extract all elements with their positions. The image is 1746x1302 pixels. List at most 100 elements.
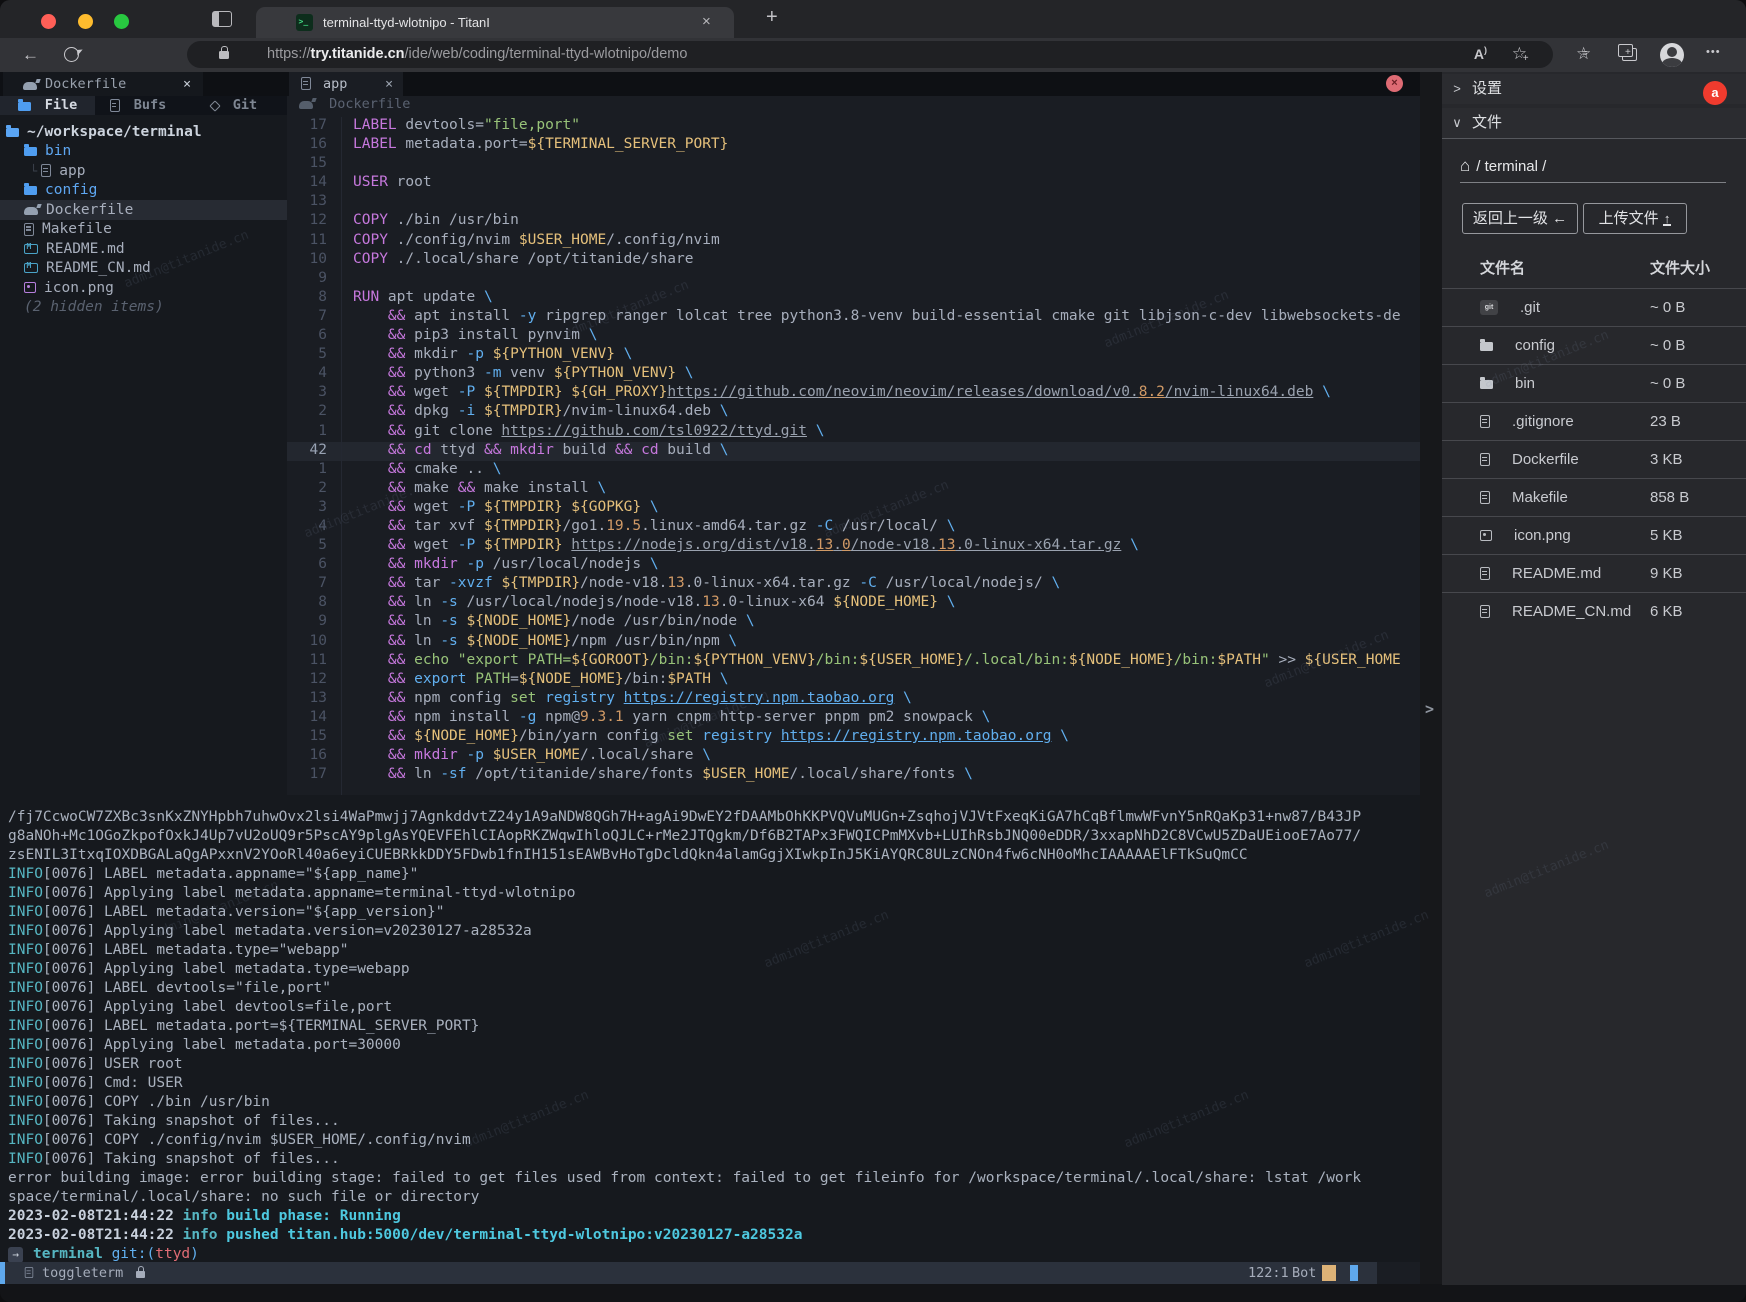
git-branch-icon (209, 100, 220, 111)
code-line[interactable]: 13 && npm config set registry https://re… (287, 690, 1420, 709)
back-button[interactable]: ← (22, 45, 39, 65)
files-section-header[interactable]: ∨文件 (1442, 108, 1746, 138)
file-row--gitignore[interactable]: .gitignore23 B (1442, 402, 1746, 440)
code-line[interactable]: 9 (287, 270, 1420, 289)
whale-icon (24, 207, 38, 215)
editor-tab-app[interactable]: app × (289, 72, 403, 96)
code-line[interactable]: 2 && dpkg -i ${TMPDIR}/nvim-linux64.deb … (287, 403, 1420, 422)
back-to-parent-button[interactable]: 返回上一级 ← (1462, 203, 1578, 234)
file-row-icon-png[interactable]: icon.png5 KB (1442, 516, 1746, 554)
code-line[interactable]: 5 && wget -P ${TMPDIR} https://nodejs.or… (287, 537, 1420, 556)
tree-item-readme-cn-md[interactable]: README_CN.md (0, 259, 287, 279)
tree-item-readme-md[interactable]: README.md (0, 239, 287, 259)
code-line[interactable]: 42 && cd ttyd && mkdir build && cd build… (287, 442, 1420, 461)
browser-sidebar-toggle-icon[interactable] (212, 11, 232, 27)
code-line[interactable]: 11 && echo "export PATH=${GOROOT}/bin:${… (287, 652, 1420, 671)
file-row-makefile[interactable]: Makefile858 B (1442, 478, 1746, 516)
buffer-tab-close-icon[interactable]: × (183, 72, 191, 96)
tab-close-icon[interactable]: × (702, 13, 711, 30)
sidebar-tab-bufs[interactable]: Bufs (95, 96, 181, 115)
code-line[interactable]: 9 && ln -s ${NODE_HOME}/node /usr/bin/no… (287, 613, 1420, 632)
code-line[interactable]: 16 && mkdir -p $USER_HOME/.local/share \ (287, 747, 1420, 766)
code-line[interactable]: 1 && cmake .. \ (287, 461, 1420, 480)
code-line[interactable]: 10 && ln -s ${NODE_HOME}/npm /usr/bin/np… (287, 633, 1420, 652)
scrollbar-thumb[interactable] (1350, 1265, 1358, 1281)
tree-item-config[interactable]: config (0, 181, 287, 201)
terminal-output[interactable]: /fj7CcwoCW7ZXBc3snKxZNYHpbh7uhwOvx2lsi4W… (0, 795, 1420, 1262)
file-icon (301, 77, 311, 90)
code-line[interactable]: 8 && ln -s /usr/local/nodejs/node-v18.13… (287, 594, 1420, 613)
profile-avatar[interactable] (1660, 43, 1684, 67)
tree-item--workspace-terminal[interactable]: ~/workspace/terminal (0, 122, 287, 142)
code-line[interactable]: 6 && mkdir -p /usr/local/nodejs \ (287, 556, 1420, 575)
code-line[interactable]: 13 (287, 193, 1420, 212)
code-line[interactable]: 15 (287, 155, 1420, 174)
zoom-window-button[interactable] (114, 14, 129, 29)
home-icon[interactable]: ⌂ (1460, 156, 1470, 175)
expand-chevron-icon[interactable]: > (1425, 700, 1434, 718)
code-line[interactable]: 5 && mkdir -p ${PYTHON_VENV} \ (287, 346, 1420, 365)
code-line[interactable]: 17LABEL devtools="file,port" (287, 117, 1420, 136)
file-row-readme-cn-md[interactable]: README_CN.md6 KB (1442, 592, 1746, 630)
tree-item-icon-png[interactable]: icon.png (0, 278, 287, 298)
editor-tab-close-icon[interactable]: × (385, 72, 393, 96)
code-line[interactable]: 12 && export PATH=${NODE_HOME}/bin:$PATH… (287, 671, 1420, 690)
code-line[interactable]: 2 && make && make install \ (287, 480, 1420, 499)
file-icon (1480, 567, 1490, 580)
whale-icon (23, 82, 37, 90)
close-editor-button[interactable]: × (1386, 75, 1403, 92)
breadcrumb[interactable]: ⌂/ terminal / (1460, 156, 1546, 176)
tree-item-app[interactable]: └app (0, 161, 287, 181)
code-line[interactable]: 12COPY ./bin /usr/bin (287, 212, 1420, 231)
sidebar-tab-file[interactable]: File (0, 96, 95, 115)
code-line[interactable]: 15 && ${NODE_HOME}/bin/yarn config set r… (287, 728, 1420, 747)
cursor-position: 122:1 (1248, 1262, 1289, 1284)
favorites-icon[interactable]: ☆ (1576, 44, 1591, 64)
collections-icon[interactable] (1622, 48, 1637, 61)
code-line[interactable]: 14 && npm install -g npm@9.3.1 yarn cnpm… (287, 709, 1420, 728)
code-line[interactable]: 14USER root (287, 174, 1420, 193)
code-line[interactable]: 11COPY ./config/nvim $USER_HOME/.config/… (287, 232, 1420, 251)
folder-open-icon (6, 128, 19, 137)
new-tab-button[interactable]: + (766, 6, 778, 29)
code-line[interactable]: 4 && python3 -m venv ${PYTHON_VENV} \ (287, 365, 1420, 384)
tree-item-makefile[interactable]: Makefile (0, 220, 287, 240)
reload-button[interactable] (64, 47, 79, 62)
file-row-bin[interactable]: bin~ 0 B (1442, 364, 1746, 402)
code-line[interactable]: 4 && tar xvf ${TMPDIR}/go1.19.5.linux-am… (287, 518, 1420, 537)
upload-file-button[interactable]: 上传文件 ↑ (1583, 203, 1687, 234)
file-row--git[interactable]: git.git~ 0 B (1442, 288, 1746, 326)
code-line[interactable]: 3 && wget -P ${TMPDIR} ${GOPKG} \ (287, 499, 1420, 518)
file-icon (110, 99, 120, 112)
file-row-dockerfile[interactable]: Dockerfile3 KB (1442, 440, 1746, 478)
statusbar: toggleterm 122:1 Bot (0, 1262, 1377, 1284)
code-line[interactable]: 7 && apt install -y ripgrep ranger lolca… (287, 308, 1420, 327)
minimize-window-button[interactable] (78, 14, 93, 29)
code-line[interactable]: 3 && wget -P ${TMPDIR} ${GH_PROXY}https:… (287, 384, 1420, 403)
file-row-readme-md[interactable]: README.md9 KB (1442, 554, 1746, 592)
sidebar-buffer-tab[interactable]: Dockerfile × (3, 72, 203, 96)
close-window-button[interactable] (41, 14, 56, 29)
tree-item-dockerfile[interactable]: Dockerfile (0, 200, 287, 220)
code-line[interactable]: 17 && ln -sf /opt/titanide/share/fonts $… (287, 766, 1420, 785)
code-line[interactable]: 10COPY ./.local/share /opt/titanide/shar… (287, 251, 1420, 270)
code-line[interactable]: 7 && tar -xvzf ${TMPDIR}/node-v18.13.0-l… (287, 575, 1420, 594)
more-menu-icon[interactable]: ••• (1706, 46, 1721, 58)
file-tree[interactable]: ~/workspace/terminalbin└appconfigDockerf… (0, 122, 287, 317)
code-line[interactable]: 6 && pip3 install pynvim \ (287, 327, 1420, 346)
tree-item-bin[interactable]: bin (0, 142, 287, 162)
code-line[interactable]: 8RUN apt update \ (287, 289, 1420, 308)
user-avatar[interactable]: a (1703, 81, 1727, 105)
add-favorite-icon[interactable]: ☆ (1512, 44, 1527, 64)
settings-section-header[interactable]: >设置 (1442, 74, 1746, 104)
address-bar[interactable]: https://try.titanide.cn/ide/web/coding/t… (187, 41, 1553, 68)
read-aloud-icon[interactable]: A (1474, 45, 1487, 62)
file-row-config[interactable]: config~ 0 B (1442, 326, 1746, 364)
terminal-line: INFO[0076] LABEL devtools="file,port" (8, 980, 1420, 999)
code-line[interactable]: 16LABEL metadata.port=${TERMINAL_SERVER_… (287, 136, 1420, 155)
code-line[interactable]: 1 && git clone https://github.com/tsl092… (287, 423, 1420, 442)
tree-item--2-hidden-items-[interactable]: (2 hidden items) (0, 298, 287, 318)
sidebar-tab-git[interactable]: Git (181, 96, 287, 115)
browser-tab[interactable]: terminal-ttyd-wlotnipo - TitanI × (256, 7, 734, 38)
code-editor[interactable]: Dockerfile 17LABEL devtools="file,port"1… (287, 96, 1420, 795)
